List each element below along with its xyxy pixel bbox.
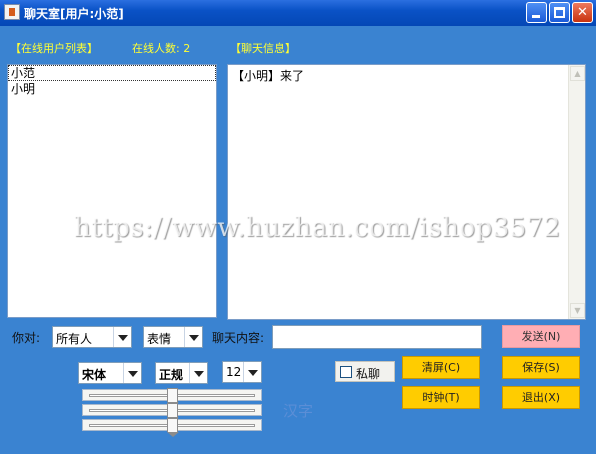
title-bar[interactable]: 聊天室[用户:小范] ✕	[0, 0, 596, 26]
slider-thumb[interactable]	[167, 403, 179, 422]
online-user-list[interactable]: 小范 小明	[7, 64, 217, 318]
recipient-select[interactable]: 所有人	[52, 326, 132, 348]
color-blue-slider[interactable]	[82, 418, 262, 437]
user-list-item[interactable]: 小明	[8, 81, 216, 97]
color-red-slider[interactable]	[82, 388, 262, 407]
checkbox-icon[interactable]	[340, 366, 352, 378]
online-user-list-label: 【在线用户列表】	[10, 42, 98, 55]
recipient-select-value: 所有人	[56, 332, 93, 346]
font-preview-text: 汉字	[283, 402, 314, 420]
chat-info-label: 【聊天信息】	[230, 42, 296, 55]
scroll-up-icon[interactable]: ▲	[570, 66, 585, 81]
send-button[interactable]: 发送(N)	[502, 325, 580, 348]
font-size-select[interactable]: 12	[222, 361, 262, 383]
exit-button[interactable]: 退出(X)	[502, 386, 580, 409]
java-app-icon	[4, 4, 20, 20]
message-input[interactable]	[272, 325, 482, 349]
save-button[interactable]: 保存(S)	[502, 356, 580, 379]
scroll-down-icon[interactable]: ▼	[570, 303, 585, 318]
emoji-select-value: 表情	[147, 332, 172, 346]
maximize-icon	[554, 7, 565, 18]
chat-message-area[interactable]: 【小明】来了 ▲ ▼	[227, 64, 586, 320]
private-chat-label: 私聊	[356, 367, 381, 381]
chat-message: 【小明】来了	[232, 69, 305, 83]
clock-button[interactable]: 时钟(T)	[402, 386, 480, 409]
close-icon: ✕	[577, 5, 588, 20]
maximize-button[interactable]	[549, 2, 570, 23]
font-style-select-value: 正规	[159, 368, 184, 382]
window-title: 聊天室[用户:小范]	[24, 7, 124, 21]
slider-thumb[interactable]	[167, 388, 179, 407]
minimize-button[interactable]	[526, 2, 547, 23]
recipient-label: 你对:	[12, 331, 41, 345]
emoji-select[interactable]: 表情	[143, 326, 203, 348]
private-chat-checkbox[interactable]: 私聊	[335, 361, 395, 382]
chevron-down-icon[interactable]	[189, 363, 207, 383]
user-list-item[interactable]: 小范	[8, 65, 216, 81]
font-family-select[interactable]: 宋体	[78, 362, 142, 384]
minimize-icon	[532, 15, 540, 18]
font-size-select-value: 12	[226, 365, 242, 379]
font-style-select[interactable]: 正规	[155, 362, 208, 384]
watermark-url: https://www.huzhan.com/ishop3572	[74, 213, 561, 243]
chat-content-label: 聊天内容:	[212, 331, 265, 345]
chevron-down-icon[interactable]	[113, 327, 131, 347]
online-count-label: 在线人数: 2	[132, 42, 191, 55]
font-family-select-value: 宋体	[82, 368, 107, 382]
chat-scrollbar[interactable]: ▲ ▼	[568, 65, 585, 319]
chevron-down-icon[interactable]	[184, 327, 202, 347]
color-green-slider[interactable]	[82, 403, 262, 422]
clear-screen-button[interactable]: 清屏(C)	[402, 356, 480, 379]
chevron-down-icon[interactable]	[243, 362, 261, 382]
close-button[interactable]: ✕	[572, 2, 593, 23]
slider-thumb[interactable]	[167, 418, 179, 437]
chevron-down-icon[interactable]	[123, 363, 141, 383]
